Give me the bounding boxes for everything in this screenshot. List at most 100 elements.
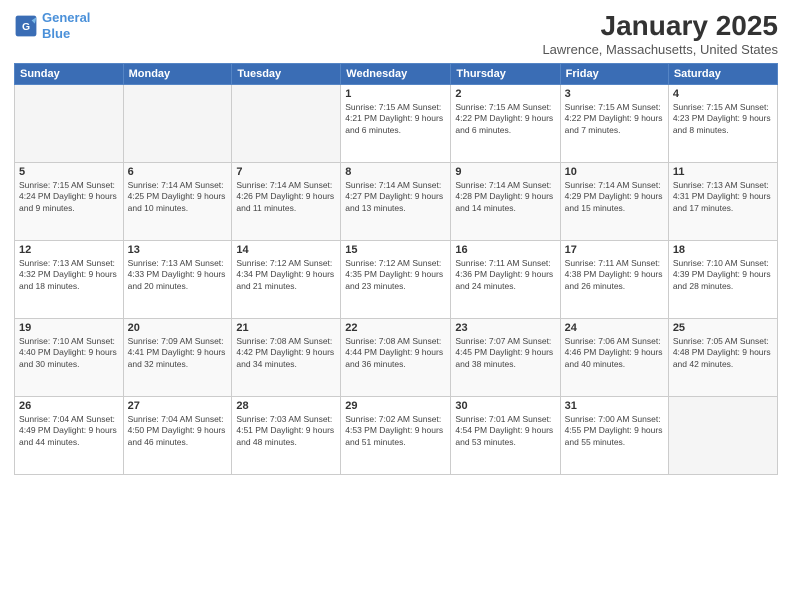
logo-icon: G bbox=[14, 14, 38, 38]
calendar-day: 7 Sunrise: 7:14 AM Sunset: 4:26 PM Daylig… bbox=[232, 163, 341, 241]
page: G General Blue January 2025 Lawrence, Ma… bbox=[0, 0, 792, 612]
calendar-day: 30Sunrise: 7:01 AM Sunset: 4:54 PM Dayli… bbox=[451, 397, 560, 475]
calendar-day: 20 Sunrise: 7:09 AM Sunset: 4:41 PM Dayli… bbox=[123, 319, 232, 397]
day-info: Sunrise: 7:12 AM Sunset: 4:34 PM Dayligh… bbox=[236, 258, 336, 292]
day-number: 12 bbox=[19, 244, 119, 256]
day-info: Sunrise: 7:15 AM Sunset: 4:21 PM Dayligh… bbox=[345, 102, 446, 136]
day-info: Sunrise: 7:04 AM Sunset: 4:50 PM Dayligh… bbox=[128, 414, 228, 448]
day-number: 28 bbox=[236, 400, 336, 412]
day-info: Sunrise: 7:13 AM Sunset: 4:31 PM Dayligh… bbox=[673, 180, 773, 214]
day-number: 20 bbox=[128, 322, 228, 334]
calendar-day: 24 Sunrise: 7:06 AM Sunset: 4:46 PM Dayli… bbox=[560, 319, 668, 397]
day-number: 14 bbox=[236, 244, 336, 256]
day-number: 26 bbox=[19, 400, 119, 412]
calendar-day: 12Sunrise: 7:13 AM Sunset: 4:32 PM Dayli… bbox=[15, 241, 124, 319]
day-info: Sunrise: 7:13 AM Sunset: 4:33 PM Dayligh… bbox=[128, 258, 228, 292]
calendar-day: 19Sunrise: 7:10 AM Sunset: 4:40 PM Dayli… bbox=[15, 319, 124, 397]
day-number: 3 bbox=[565, 88, 664, 100]
calendar-body: 1 Sunrise: 7:15 AM Sunset: 4:21 PM Daylig… bbox=[15, 85, 778, 475]
calendar-day bbox=[232, 85, 341, 163]
logo-line2: Blue bbox=[42, 26, 70, 41]
calendar-day: 29Sunrise: 7:02 AM Sunset: 4:53 PM Dayli… bbox=[341, 397, 451, 475]
day-info: Sunrise: 7:02 AM Sunset: 4:53 PM Dayligh… bbox=[345, 414, 446, 448]
day-info: Sunrise: 7:04 AM Sunset: 4:49 PM Dayligh… bbox=[19, 414, 119, 448]
day-info: Sunrise: 7:01 AM Sunset: 4:54 PM Dayligh… bbox=[455, 414, 555, 448]
day-info: Sunrise: 7:15 AM Sunset: 4:23 PM Dayligh… bbox=[673, 102, 773, 136]
day-info: Sunrise: 7:00 AM Sunset: 4:55 PM Dayligh… bbox=[565, 414, 664, 448]
day-info: Sunrise: 7:15 AM Sunset: 4:24 PM Dayligh… bbox=[19, 180, 119, 214]
calendar-day: 27 Sunrise: 7:04 AM Sunset: 4:50 PM Dayli… bbox=[123, 397, 232, 475]
day-number: 7 bbox=[236, 166, 336, 178]
calendar-day: 13Sunrise: 7:13 AM Sunset: 4:33 PM Dayli… bbox=[123, 241, 232, 319]
day-number: 31 bbox=[565, 400, 664, 412]
day-number: 16 bbox=[455, 244, 555, 256]
calendar-day: 1 Sunrise: 7:15 AM Sunset: 4:21 PM Daylig… bbox=[341, 85, 451, 163]
header: G General Blue January 2025 Lawrence, Ma… bbox=[14, 10, 778, 57]
calendar-day: 2 Sunrise: 7:15 AM Sunset: 4:22 PM Daylig… bbox=[451, 85, 560, 163]
day-number: 18 bbox=[673, 244, 773, 256]
day-info: Sunrise: 7:14 AM Sunset: 4:29 PM Dayligh… bbox=[565, 180, 664, 214]
day-info: Sunrise: 7:09 AM Sunset: 4:41 PM Dayligh… bbox=[128, 336, 228, 370]
weekday-header-sunday: Sunday bbox=[15, 64, 124, 85]
calendar-day: 17Sunrise: 7:11 AM Sunset: 4:38 PM Dayli… bbox=[560, 241, 668, 319]
calendar-day: 18 Sunrise: 7:10 AM Sunset: 4:39 PM Dayli… bbox=[668, 241, 777, 319]
day-number: 25 bbox=[673, 322, 773, 334]
calendar-day: 26 Sunrise: 7:04 AM Sunset: 4:49 PM Dayli… bbox=[15, 397, 124, 475]
calendar-day: 6 Sunrise: 7:14 AM Sunset: 4:25 PM Daylig… bbox=[123, 163, 232, 241]
day-info: Sunrise: 7:11 AM Sunset: 4:36 PM Dayligh… bbox=[455, 258, 555, 292]
day-info: Sunrise: 7:05 AM Sunset: 4:48 PM Dayligh… bbox=[673, 336, 773, 370]
calendar-day bbox=[15, 85, 124, 163]
logo: G General Blue bbox=[14, 10, 90, 41]
day-number: 24 bbox=[565, 322, 664, 334]
svg-text:G: G bbox=[22, 22, 30, 33]
weekday-header-row: SundayMondayTuesdayWednesdayThursdayFrid… bbox=[15, 64, 778, 85]
day-info: Sunrise: 7:10 AM Sunset: 4:39 PM Dayligh… bbox=[673, 258, 773, 292]
calendar-day: 22Sunrise: 7:08 AM Sunset: 4:44 PM Dayli… bbox=[341, 319, 451, 397]
title-block: January 2025 Lawrence, Massachusetts, Un… bbox=[542, 10, 778, 57]
day-info: Sunrise: 7:10 AM Sunset: 4:40 PM Dayligh… bbox=[19, 336, 119, 370]
logo-line1: General bbox=[42, 10, 90, 25]
day-info: Sunrise: 7:08 AM Sunset: 4:44 PM Dayligh… bbox=[345, 336, 446, 370]
day-info: Sunrise: 7:06 AM Sunset: 4:46 PM Dayligh… bbox=[565, 336, 664, 370]
calendar-week-1: 1 Sunrise: 7:15 AM Sunset: 4:21 PM Daylig… bbox=[15, 85, 778, 163]
calendar-day bbox=[123, 85, 232, 163]
day-number: 23 bbox=[455, 322, 555, 334]
day-number: 8 bbox=[345, 166, 446, 178]
day-info: Sunrise: 7:14 AM Sunset: 4:26 PM Dayligh… bbox=[236, 180, 336, 214]
calendar-day: 14 Sunrise: 7:12 AM Sunset: 4:34 PM Dayli… bbox=[232, 241, 341, 319]
day-info: Sunrise: 7:14 AM Sunset: 4:25 PM Dayligh… bbox=[128, 180, 228, 214]
weekday-header-wednesday: Wednesday bbox=[341, 64, 451, 85]
calendar-day: 11 Sunrise: 7:13 AM Sunset: 4:31 PM Dayli… bbox=[668, 163, 777, 241]
calendar-day: 10Sunrise: 7:14 AM Sunset: 4:29 PM Dayli… bbox=[560, 163, 668, 241]
calendar-week-3: 12Sunrise: 7:13 AM Sunset: 4:32 PM Dayli… bbox=[15, 241, 778, 319]
calendar-day: 31 Sunrise: 7:00 AM Sunset: 4:55 PM Dayli… bbox=[560, 397, 668, 475]
day-number: 1 bbox=[345, 88, 446, 100]
calendar-day: 8Sunrise: 7:14 AM Sunset: 4:27 PM Daylig… bbox=[341, 163, 451, 241]
day-number: 27 bbox=[128, 400, 228, 412]
day-number: 15 bbox=[345, 244, 446, 256]
calendar-day: 16 Sunrise: 7:11 AM Sunset: 4:36 PM Dayli… bbox=[451, 241, 560, 319]
weekday-header-monday: Monday bbox=[123, 64, 232, 85]
weekday-header-friday: Friday bbox=[560, 64, 668, 85]
calendar-day: 4 Sunrise: 7:15 AM Sunset: 4:23 PM Daylig… bbox=[668, 85, 777, 163]
day-info: Sunrise: 7:08 AM Sunset: 4:42 PM Dayligh… bbox=[236, 336, 336, 370]
calendar-day: 28Sunrise: 7:03 AM Sunset: 4:51 PM Dayli… bbox=[232, 397, 341, 475]
day-number: 11 bbox=[673, 166, 773, 178]
calendar-day: 5Sunrise: 7:15 AM Sunset: 4:24 PM Daylig… bbox=[15, 163, 124, 241]
day-number: 6 bbox=[128, 166, 228, 178]
month-title: January 2025 bbox=[542, 10, 778, 42]
day-number: 9 bbox=[455, 166, 555, 178]
logo-text: General Blue bbox=[42, 10, 90, 41]
location: Lawrence, Massachusetts, United States bbox=[542, 42, 778, 57]
calendar-day bbox=[668, 397, 777, 475]
calendar: SundayMondayTuesdayWednesdayThursdayFrid… bbox=[14, 63, 778, 475]
day-number: 4 bbox=[673, 88, 773, 100]
calendar-day: 21Sunrise: 7:08 AM Sunset: 4:42 PM Dayli… bbox=[232, 319, 341, 397]
day-info: Sunrise: 7:15 AM Sunset: 4:22 PM Dayligh… bbox=[455, 102, 555, 136]
day-info: Sunrise: 7:15 AM Sunset: 4:22 PM Dayligh… bbox=[565, 102, 664, 136]
calendar-day: 23Sunrise: 7:07 AM Sunset: 4:45 PM Dayli… bbox=[451, 319, 560, 397]
day-info: Sunrise: 7:12 AM Sunset: 4:35 PM Dayligh… bbox=[345, 258, 446, 292]
calendar-header: SundayMondayTuesdayWednesdayThursdayFrid… bbox=[15, 64, 778, 85]
weekday-header-saturday: Saturday bbox=[668, 64, 777, 85]
day-number: 2 bbox=[455, 88, 555, 100]
